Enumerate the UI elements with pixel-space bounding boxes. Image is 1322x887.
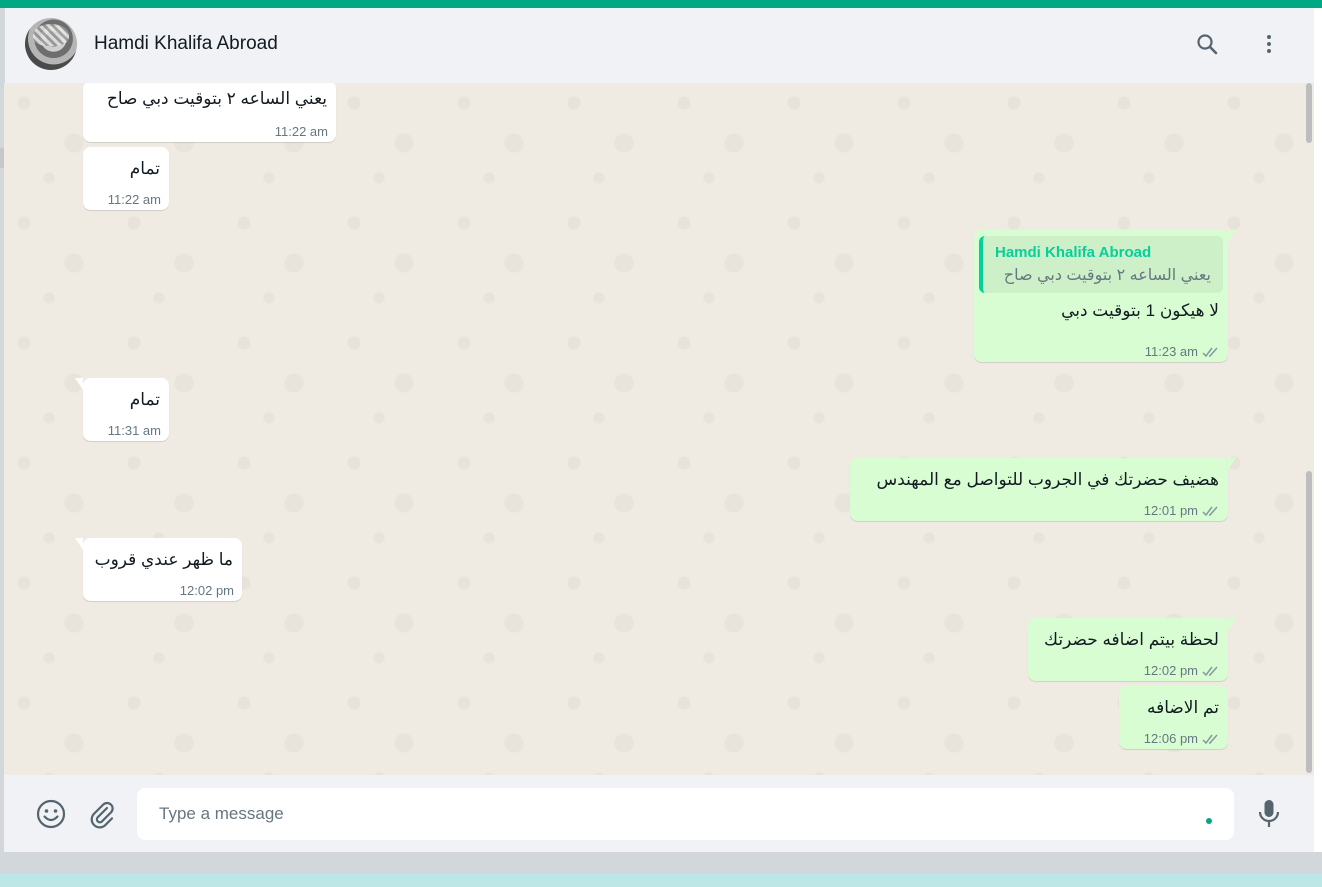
message-time: 11:22 am [274, 124, 328, 139]
quoted-message[interactable]: Hamdi Khalifa Abroad يعني الساعه ٢ بتوقي… [979, 236, 1223, 293]
message-text: لا هيكون 1 بتوقيت دبي [1061, 301, 1219, 320]
double-check-icon [1202, 665, 1220, 677]
composer-bar [4, 775, 1314, 852]
side-marker [0, 148, 4, 168]
search-icon[interactable] [1193, 30, 1221, 58]
scrollbar-thumb[interactable] [1306, 471, 1312, 773]
message-time: 12:06 pm [1144, 731, 1220, 746]
message-time: 12:02 pm [1144, 663, 1220, 678]
message-time: 11:22 am [107, 192, 161, 207]
taskbar-strip [0, 874, 1322, 887]
window-edge [1314, 8, 1322, 852]
quoted-author: Hamdi Khalifa Abroad [995, 244, 1152, 261]
double-check-icon [1202, 346, 1220, 358]
message-text: هضيف حضرتك في الجروب للتواصل مع المهندس [876, 470, 1219, 489]
attach-icon[interactable] [85, 797, 119, 831]
double-check-icon [1202, 505, 1220, 517]
message-text: لحظة بيتم اضافه حضرتك [1044, 630, 1219, 649]
message-input[interactable] [137, 788, 1234, 840]
message-time: 11:23 am [1145, 344, 1220, 359]
message-list[interactable]: يعني الساعه ٢ بتوقيت دبي صاح 11:22 am تم… [4, 83, 1314, 775]
message-text: يعني الساعه ٢ بتوقيت دبي صاح [106, 89, 327, 108]
message-bubble-outgoing[interactable]: تم الاضافه 12:06 pm [1119, 686, 1228, 749]
message-text: تم الاضافه [1146, 698, 1219, 717]
top-accent-strip [0, 0, 1322, 8]
emoji-icon[interactable] [34, 797, 68, 831]
mic-icon[interactable] [1252, 797, 1286, 831]
double-check-icon [1202, 733, 1220, 745]
message-bubble-incoming[interactable]: ما ظهر عندي قروب 12:02 pm [75, 538, 242, 601]
message-time: 12:02 pm [179, 583, 234, 598]
message-bubble-outgoing[interactable]: لحظة بيتم اضافه حضرتك 12:02 pm [1028, 618, 1236, 681]
message-bubble-outgoing[interactable]: Hamdi Khalifa Abroad يعني الساعه ٢ بتوقي… [974, 230, 1236, 362]
message-time: 11:31 am [107, 423, 161, 438]
contact-avatar[interactable] [25, 18, 77, 70]
typing-indicator-dot [1206, 818, 1212, 824]
message-text: تمام [129, 390, 160, 409]
scrollbar-thumb-top [1306, 83, 1312, 143]
message-text: تمام [129, 159, 160, 178]
menu-icon[interactable] [1255, 30, 1283, 58]
message-time: 12:01 pm [1144, 503, 1220, 518]
chat-header[interactable]: Hamdi Khalifa Abroad [4, 8, 1314, 83]
message-bubble-incoming[interactable]: تمام 11:22 am [83, 147, 169, 210]
message-text: ما ظهر عندي قروب [94, 550, 233, 569]
message-bubble-outgoing[interactable]: هضيف حضرتك في الجروب للتواصل مع المهندس … [850, 458, 1236, 521]
contact-name[interactable]: Hamdi Khalifa Abroad [94, 33, 278, 55]
message-bubble-incoming[interactable]: يعني الساعه ٢ بتوقيت دبي صاح 11:22 am [83, 83, 336, 142]
message-bubble-incoming[interactable]: تمام 11:31 am [75, 378, 169, 441]
quoted-text: يعني الساعه ٢ بتوقيت دبي صاح [1003, 267, 1211, 284]
chat-window: Hamdi Khalifa Abroad يعني الساعه ٢ بتوقي… [4, 8, 1314, 852]
